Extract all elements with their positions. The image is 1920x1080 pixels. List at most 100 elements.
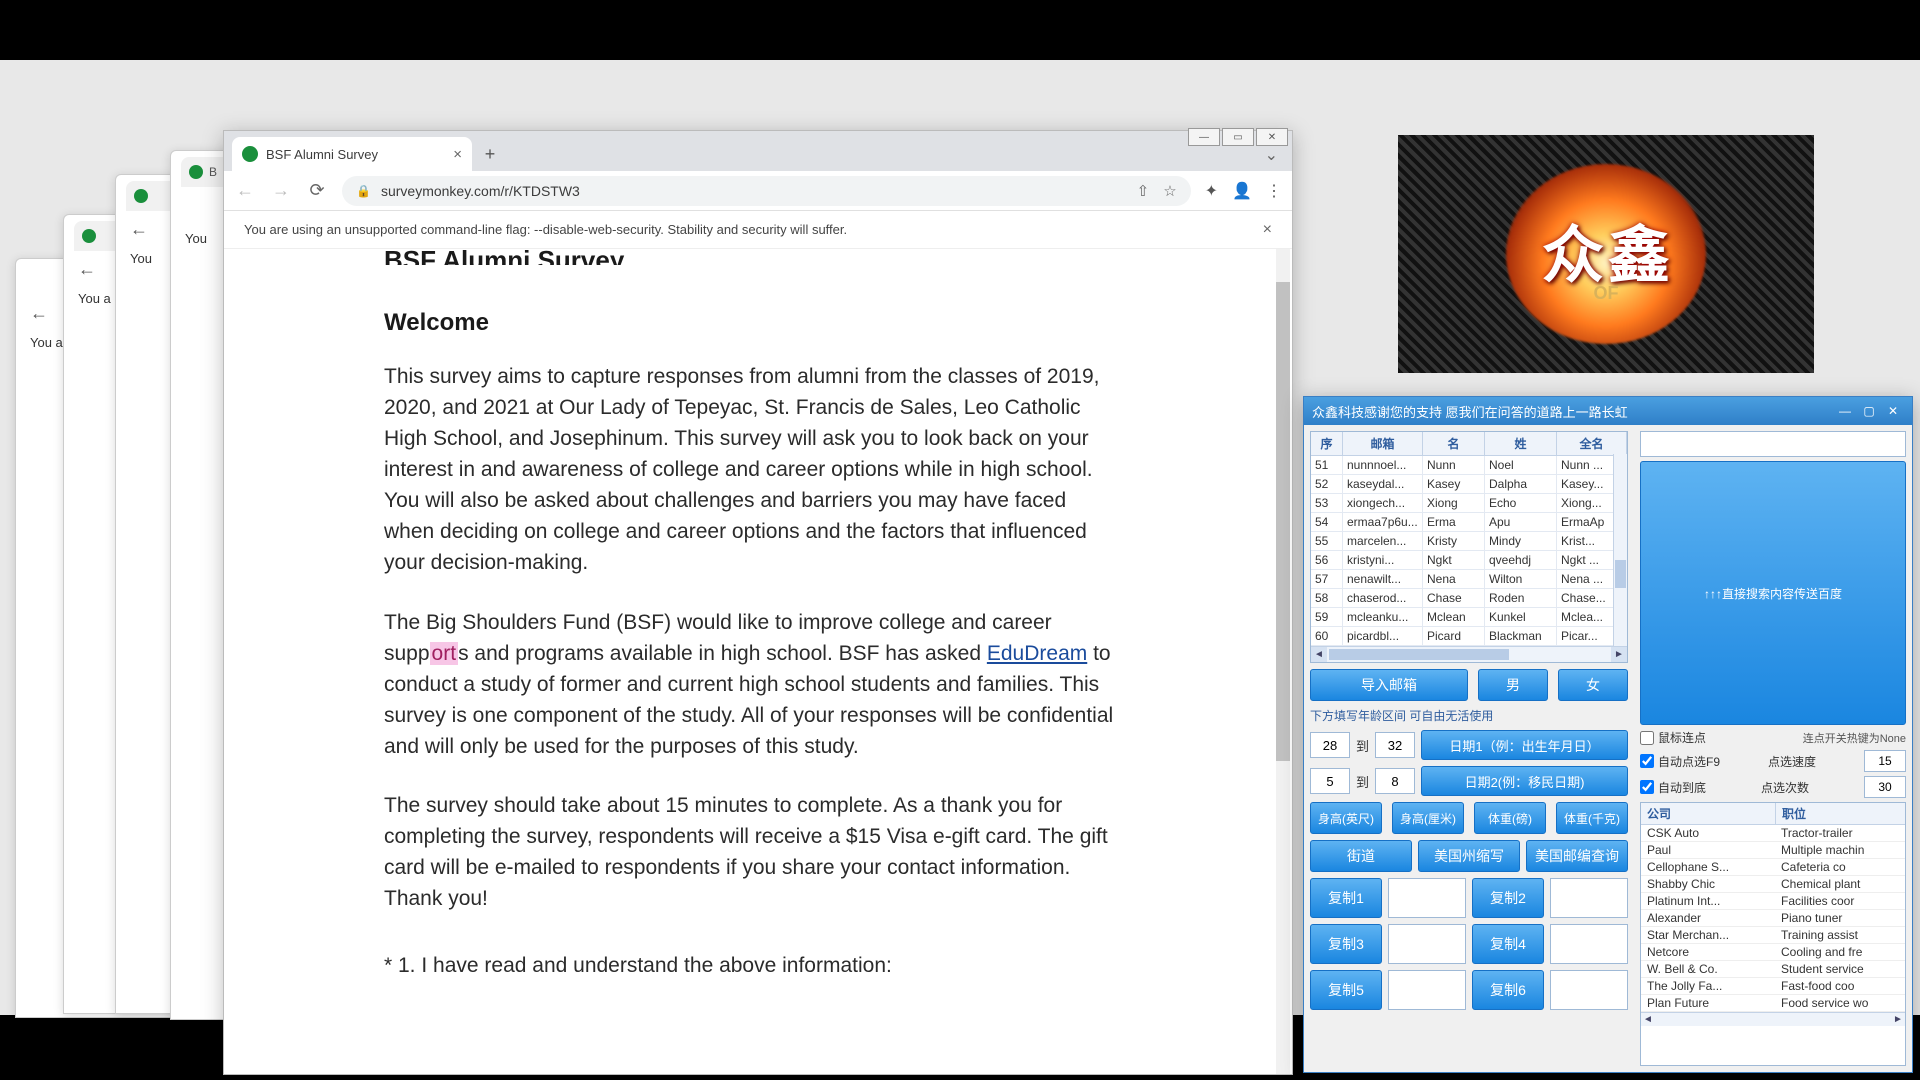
- copy6-button[interactable]: 复制6: [1472, 970, 1544, 1010]
- month-from-input[interactable]: [1310, 768, 1350, 794]
- browser-window: — ▭ ✕ BSF Alumni Survey × + ⌄ ← → ⟳ 🔒 su…: [223, 130, 1293, 1075]
- back-button[interactable]: ←: [234, 180, 256, 201]
- bookmark-icon[interactable]: ☆: [1163, 182, 1176, 200]
- edudream-link[interactable]: EduDream: [987, 642, 1087, 665]
- table-row[interactable]: 57nenawilt...NenaWiltonNena ...: [1311, 570, 1627, 589]
- male-button[interactable]: 男: [1478, 669, 1548, 701]
- date2-button[interactable]: 日期2(例：移民日期): [1421, 766, 1628, 796]
- table-row[interactable]: 51nunnnoel...NunnNoelNunn ...: [1311, 456, 1627, 475]
- copy3-button[interactable]: 复制3: [1310, 924, 1382, 964]
- warning-text: You are using an unsupported command-lin…: [244, 222, 847, 237]
- list-item[interactable]: CSK AutoTractor-trailer: [1641, 825, 1905, 842]
- copy5-input[interactable]: [1388, 970, 1466, 1010]
- tab-close-icon[interactable]: ×: [453, 146, 462, 163]
- copy3-input[interactable]: [1388, 924, 1466, 964]
- tab-list-chevron-icon[interactable]: ⌄: [1265, 145, 1278, 165]
- list-hscroll[interactable]: ◄►: [1641, 1012, 1905, 1026]
- table-row[interactable]: 53xiongech...XiongEchoXiong...: [1311, 494, 1627, 513]
- tool-close-button[interactable]: ✕: [1882, 402, 1904, 420]
- state-abbr-button[interactable]: 美国州缩写: [1418, 840, 1520, 872]
- copy1-button[interactable]: 复制1: [1310, 878, 1382, 918]
- weight-kg-button[interactable]: 体重(千克): [1556, 802, 1628, 834]
- auto-select-checkbox[interactable]: 自动点选F9: [1640, 753, 1720, 770]
- age-to-input[interactable]: [1375, 732, 1415, 758]
- tab-strip: BSF Alumni Survey × + ⌄: [224, 131, 1292, 171]
- list-item[interactable]: AlexanderPiano tuner: [1641, 910, 1905, 927]
- date1-button[interactable]: 日期1（例：出生年月日）: [1421, 730, 1628, 760]
- scroll-right-icon[interactable]: ►: [1611, 647, 1627, 662]
- age-from-input[interactable]: [1310, 732, 1350, 758]
- list-item[interactable]: Platinum Int...Facilities coor: [1641, 893, 1905, 910]
- select-count-input[interactable]: [1864, 776, 1906, 798]
- infobar-close-icon[interactable]: ×: [1263, 221, 1272, 239]
- copy4-button[interactable]: 复制4: [1472, 924, 1544, 964]
- copy1-input[interactable]: [1388, 878, 1466, 918]
- import-email-button[interactable]: 导入邮箱: [1310, 669, 1468, 701]
- close-button[interactable]: ✕: [1256, 128, 1288, 146]
- table-row[interactable]: 52kaseydal...KaseyDalphaKasey...: [1311, 475, 1627, 494]
- list-item[interactable]: The Jolly Fa...Fast-food coo: [1641, 978, 1905, 995]
- forward-button[interactable]: →: [270, 180, 292, 201]
- search-input[interactable]: [1640, 431, 1906, 457]
- company-list[interactable]: 公司 职位 CSK AutoTractor-trailerPaulMultipl…: [1640, 802, 1906, 1066]
- select-speed-input[interactable]: [1864, 750, 1906, 772]
- list-item[interactable]: Plan FutureFood service wo: [1641, 995, 1905, 1012]
- street-button[interactable]: 街道: [1310, 840, 1412, 872]
- tool-maximize-button[interactable]: ▢: [1858, 402, 1880, 420]
- zipcode-button[interactable]: 美国邮编查询: [1526, 840, 1628, 872]
- url-input[interactable]: 🔒 surveymonkey.com/r/KTDSTW3 ⇧ ☆: [342, 176, 1191, 206]
- tool-titlebar[interactable]: 众鑫科技感谢您的支持 愿我们在问答的道路上一路长虹 — ▢ ✕: [1304, 397, 1912, 425]
- table-row[interactable]: 58chaserod...ChaseRodenChase...: [1311, 589, 1627, 608]
- copy5-button[interactable]: 复制5: [1310, 970, 1382, 1010]
- favicon-icon: [189, 165, 203, 179]
- table-row[interactable]: 60picardbl...PicardBlackmanPicar...: [1311, 627, 1627, 646]
- favicon-icon: [82, 229, 96, 243]
- minimize-button[interactable]: —: [1188, 128, 1220, 146]
- table-row[interactable]: 54ermaa7p6u...ErmaApuErmaAp: [1311, 513, 1627, 532]
- month-to-input[interactable]: [1375, 768, 1415, 794]
- female-button[interactable]: 女: [1558, 669, 1628, 701]
- data-grid[interactable]: 序 邮箱 名 姓 全名 51nunnnoel...NunnNoelNunn ..…: [1310, 431, 1628, 663]
- list-item[interactable]: W. Bell & Co.Student service: [1641, 961, 1905, 978]
- table-row[interactable]: 55marcelen...KristyMindyKrist...: [1311, 532, 1627, 551]
- browser-tab[interactable]: BSF Alumni Survey ×: [232, 137, 472, 171]
- grid-hscroll[interactable]: ◄ ►: [1311, 646, 1627, 662]
- scroll-left-icon[interactable]: ◄: [1311, 647, 1327, 662]
- survey-paragraph-1: This survey aims to capture responses fr…: [384, 361, 1118, 579]
- logo-subtext: OF: [1594, 283, 1619, 304]
- scroll-thumb[interactable]: [1276, 282, 1290, 761]
- table-row[interactable]: 56kristyni...NgktqveehdjNgkt ...: [1311, 551, 1627, 570]
- search-baidu-button[interactable]: ↑↑↑直接搜索内容传送百度: [1640, 461, 1906, 725]
- desktop-area: ← You a ← You a ← You B You — ▭ ✕ BSF Al…: [0, 60, 1920, 1015]
- height-ft-button[interactable]: 身高(英尺): [1310, 802, 1382, 834]
- copy6-input[interactable]: [1550, 970, 1628, 1010]
- survey-paragraph-3: The survey should take about 15 minutes …: [384, 790, 1118, 914]
- profile-icon[interactable]: 👤: [1232, 181, 1252, 201]
- tool-minimize-button[interactable]: —: [1834, 402, 1856, 420]
- list-item[interactable]: Cellophane S...Cafeteria co: [1641, 859, 1905, 876]
- menu-icon[interactable]: ⋮: [1266, 181, 1282, 201]
- grid-vscroll[interactable]: [1613, 454, 1627, 646]
- welcome-heading: Welcome: [384, 309, 1118, 337]
- maximize-button[interactable]: ▭: [1222, 128, 1254, 146]
- height-cm-button[interactable]: 身高(厘米): [1392, 802, 1464, 834]
- tab-title: BSF Alumni Survey: [266, 147, 378, 162]
- list-item[interactable]: Star Merchan...Training assist: [1641, 927, 1905, 944]
- mouse-click-checkbox[interactable]: 鼠标连点: [1640, 729, 1706, 746]
- share-icon[interactable]: ⇧: [1137, 182, 1150, 200]
- copy2-button[interactable]: 复制2: [1472, 878, 1544, 918]
- survey-paragraph-2: The Big Shoulders Fund (BSF) would like …: [384, 607, 1118, 762]
- copy2-input[interactable]: [1550, 878, 1628, 918]
- list-item[interactable]: PaulMultiple machin: [1641, 842, 1905, 859]
- copy4-input[interactable]: [1550, 924, 1628, 964]
- list-item[interactable]: NetcoreCooling and fre: [1641, 944, 1905, 961]
- reload-button[interactable]: ⟳: [306, 180, 328, 201]
- extensions-icon[interactable]: ✦: [1205, 181, 1218, 201]
- back-icon: ←: [130, 219, 148, 240]
- vertical-scrollbar[interactable]: [1276, 249, 1290, 1074]
- weight-lb-button[interactable]: 体重(磅): [1474, 802, 1546, 834]
- table-row[interactable]: 59mcleanku...McleanKunkelMclea...: [1311, 608, 1627, 627]
- auto-bottom-checkbox[interactable]: 自动到底: [1640, 779, 1706, 796]
- list-item[interactable]: Shabby ChicChemical plant: [1641, 876, 1905, 893]
- new-tab-button[interactable]: +: [476, 140, 504, 168]
